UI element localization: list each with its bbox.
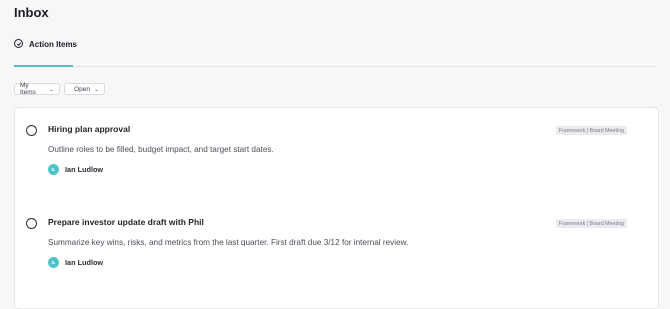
check-circle-icon — [14, 39, 23, 48]
item-title[interactable]: Hiring plan approval — [48, 124, 130, 134]
complete-toggle-circle-icon[interactable] — [26, 125, 37, 136]
tabs-divider — [14, 66, 656, 67]
item-tag: Framework | Board Meeting — [556, 126, 627, 135]
item-description: Summarize key wins, risks, and metrics f… — [48, 238, 408, 247]
page-title: Inbox — [14, 5, 49, 20]
item-description: Outline roles to be filled, budget impac… — [48, 145, 274, 154]
tab-label: Action Items — [29, 40, 77, 49]
item-assignee: IL Ian Ludlow — [48, 257, 103, 268]
chevron-down-icon: ⌄ — [94, 86, 99, 93]
active-tab-indicator — [14, 65, 73, 67]
filter-label: Open — [74, 86, 90, 93]
filter-label: My Items — [20, 82, 45, 96]
assignee-name: Ian Ludlow — [65, 165, 103, 174]
item-tag: Framework | Board Meeting — [556, 219, 627, 228]
item-title[interactable]: Prepare investor update draft with Phil — [48, 217, 204, 227]
chevron-down-icon: ⌄ — [49, 86, 54, 93]
item-assignee: IL Ian Ludlow — [48, 164, 103, 175]
tab-action-items[interactable]: Action Items — [14, 40, 77, 66]
action-items-list: Hiring plan approval Framework | Board M… — [14, 107, 659, 309]
filter-status[interactable]: Open ⌄ — [64, 83, 105, 95]
filter-my-items[interactable]: My Items ⌄ — [14, 83, 60, 95]
avatar: IL — [48, 257, 59, 268]
avatar: IL — [48, 164, 59, 175]
assignee-name: Ian Ludlow — [65, 258, 103, 267]
complete-toggle-circle-icon[interactable] — [26, 218, 37, 229]
